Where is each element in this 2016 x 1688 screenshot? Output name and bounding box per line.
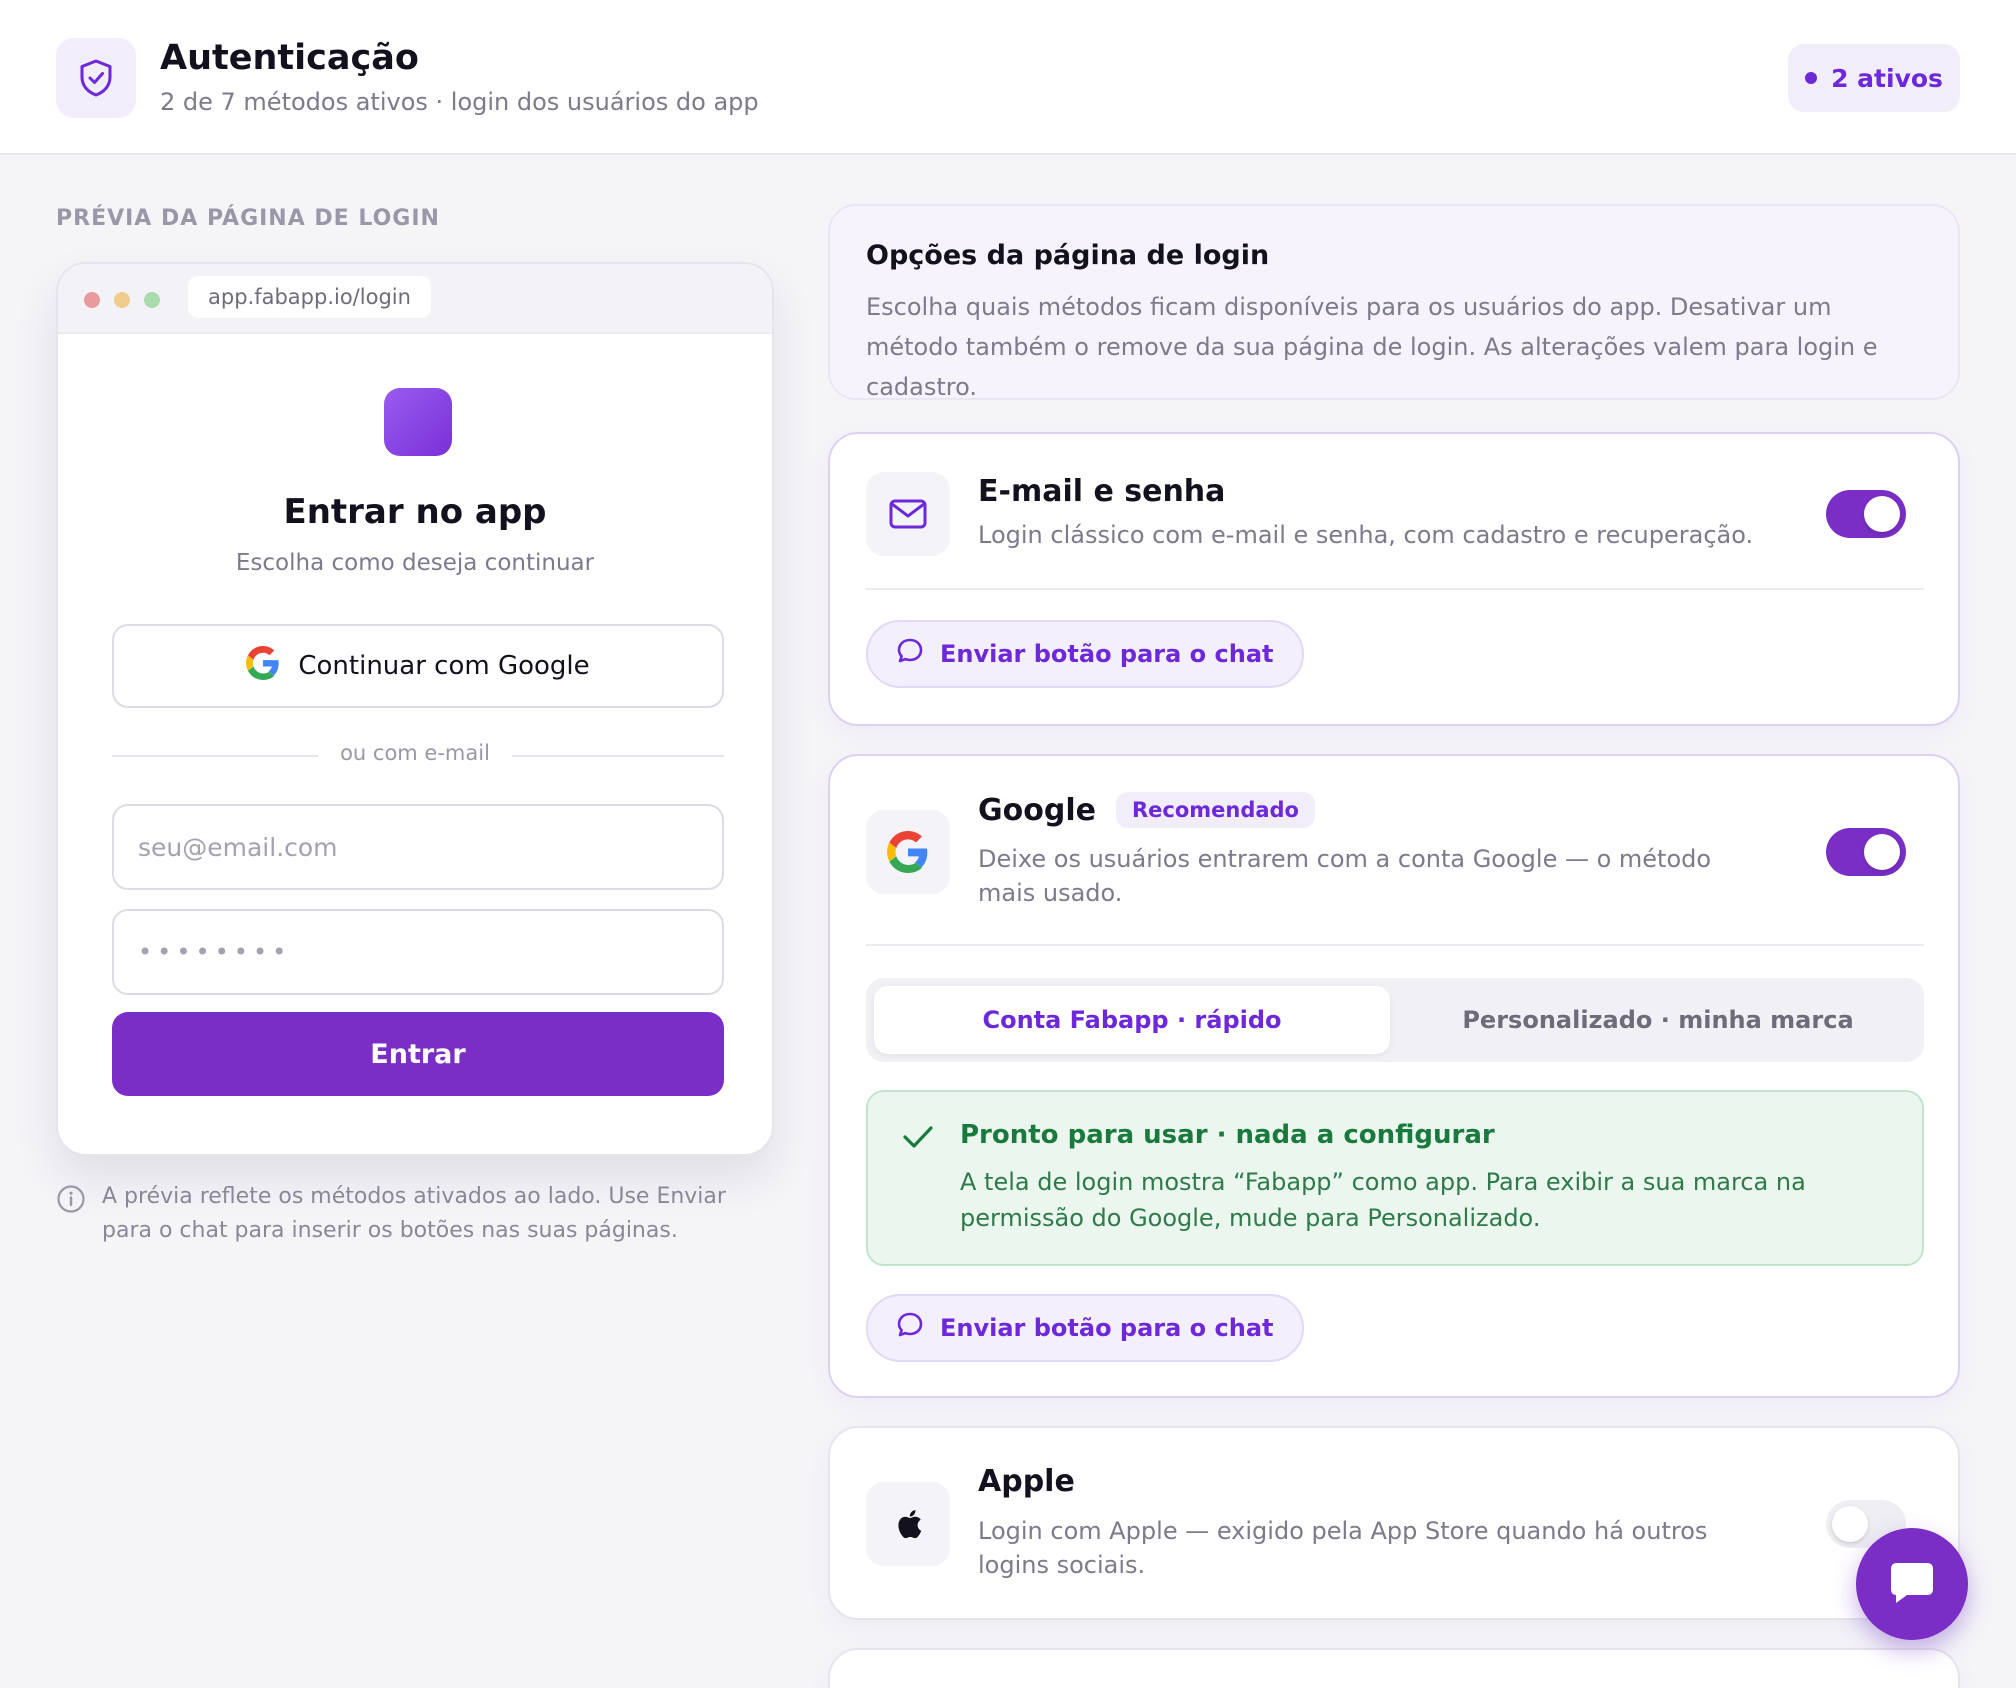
send-email-button-to-chat-button[interactable]: Enviar botão para o chat	[866, 620, 1304, 688]
method-card-google: Google Recomendado Deixe os usuários ent…	[828, 754, 1960, 1398]
apple-icon	[866, 1482, 950, 1566]
chat-bubble-icon	[1887, 1558, 1937, 1610]
method-card-apple: Apple Login com Apple — exigido pela App…	[828, 1426, 1960, 1620]
send-google-button-to-chat-button[interactable]: Enviar botão para o chat	[866, 1294, 1304, 1362]
browser-bar: app.fabapp.io/login	[58, 264, 772, 334]
active-methods-badge: 2 ativos	[1788, 44, 1960, 112]
toggle-google[interactable]	[1826, 828, 1906, 876]
login-preview-window: app.fabapp.io/login Entrar no app Escolh…	[56, 262, 774, 1156]
divider-label: ou com e-mail	[340, 741, 490, 765]
login-options-description: Escolha quais métodos ficam disponíveis …	[866, 293, 1878, 401]
method-description-google: Deixe os usuários entrarem com a conta G…	[978, 845, 1712, 907]
method-description-apple: Login com Apple — exigido pela App Store…	[978, 1517, 1708, 1579]
continue-with-google-label: Continuar com Google	[298, 651, 590, 681]
window-close-dot-icon	[84, 292, 100, 308]
method-card-email: E-mail e senha Login clássico com e-mail…	[828, 432, 1960, 726]
check-icon	[902, 1124, 934, 1154]
tab-personalizado[interactable]: Personalizado · minha marca	[1400, 986, 1916, 1054]
google-icon	[866, 810, 950, 894]
ready-description: A tela de login mostra “Fabapp” como app…	[960, 1168, 1806, 1232]
method-title-apple-text: Apple	[978, 1464, 1075, 1499]
email-placeholder: seu@email.com	[138, 832, 338, 862]
google-mode-segmented-control: Conta Fabapp · rápido Personalizado · mi…	[866, 978, 1924, 1062]
preview-url: app.fabapp.io/login	[188, 276, 431, 318]
login-subtitle: Escolha como deseja continuar	[235, 550, 595, 576]
google-icon	[246, 645, 280, 687]
window-maximize-dot-icon	[144, 292, 160, 308]
method-title-google: Google Recomendado	[978, 792, 1315, 828]
recommended-badge: Recomendado	[1115, 792, 1315, 828]
method-title-email-text: E-mail e senha	[978, 474, 1226, 509]
app-logo	[384, 388, 452, 456]
method-title-apple: Apple	[978, 1464, 1075, 1499]
page-subtitle: 2 de 7 métodos ativos · login dos usuári…	[160, 88, 759, 116]
login-submit-button[interactable]: Entrar	[112, 1012, 724, 1096]
toggle-knob	[1864, 834, 1900, 870]
status-dot-icon	[1805, 72, 1818, 84]
google-ready-notice: Pronto para usar · nada a configurar A t…	[866, 1090, 1924, 1266]
continue-with-google-button[interactable]: Continuar com Google	[112, 624, 724, 708]
preview-note: A prévia reflete os métodos ativados ao …	[56, 1180, 776, 1248]
page-header: Autenticação 2 de 7 métodos ativos · log…	[0, 0, 2016, 155]
mail-icon	[866, 472, 950, 556]
method-card-next	[828, 1648, 1960, 1688]
toggle-email[interactable]	[1826, 490, 1906, 538]
chat-bubble-icon	[896, 637, 924, 671]
method-description-email: Login clássico com e-mail e senha, com c…	[978, 521, 1754, 549]
ready-title: Pronto para usar · nada a configurar	[960, 1120, 1495, 1150]
tab-conta-fabapp[interactable]: Conta Fabapp · rápido	[874, 986, 1390, 1054]
password-mask: ••••••••	[138, 938, 292, 966]
send-to-chat-label: Enviar botão para o chat	[940, 1314, 1274, 1342]
info-icon	[56, 1184, 86, 1248]
chat-bubble-icon	[896, 1311, 924, 1345]
method-title-google-text: Google	[978, 792, 1096, 828]
toggle-knob	[1864, 496, 1900, 532]
shield-check-icon	[56, 38, 136, 118]
card-separator	[866, 944, 1924, 946]
preview-note-text: A prévia reflete os métodos ativados ao …	[102, 1184, 726, 1243]
preview-section-label: PRÉVIA DA PÁGINA DE LOGIN	[56, 206, 440, 231]
window-minimize-dot-icon	[114, 292, 130, 308]
method-title-email: E-mail e senha	[978, 474, 1225, 509]
chat-fab-button[interactable]	[1856, 1528, 1968, 1640]
email-field[interactable]: seu@email.com	[112, 804, 724, 890]
login-options-intro: Opções da página de login Escolha quais …	[828, 204, 1960, 401]
send-to-chat-label: Enviar botão para o chat	[940, 640, 1274, 668]
card-separator	[866, 588, 1924, 590]
password-field[interactable]: ••••••••	[112, 909, 724, 995]
page-title: Autenticação	[160, 38, 419, 78]
login-options-title: Opções da página de login	[866, 240, 1270, 271]
login-submit-label: Entrar	[370, 1038, 466, 1070]
active-methods-label: 2 ativos	[1831, 63, 1943, 93]
toggle-knob	[1832, 1506, 1868, 1542]
login-title: Entrar no app	[283, 492, 547, 532]
